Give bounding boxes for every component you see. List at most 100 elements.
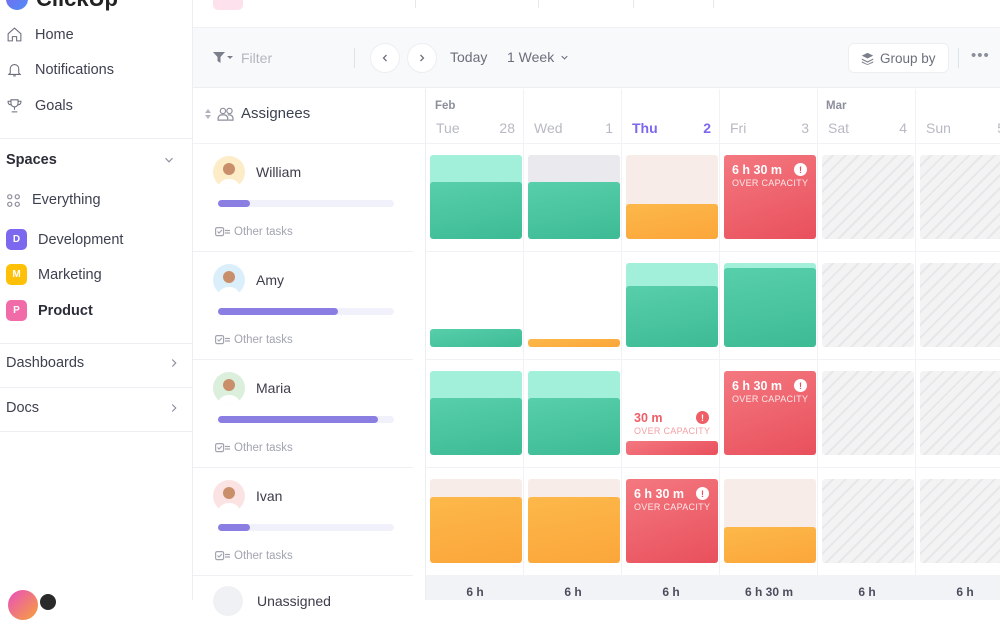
assignee-name: Amy — [256, 272, 284, 288]
assignees-header[interactable]: Assignees — [205, 105, 310, 122]
day-date: 1 — [605, 120, 613, 136]
workload-cell[interactable] — [528, 371, 620, 455]
workload-bar-fill — [218, 200, 250, 207]
day-date: 4 — [899, 120, 907, 136]
assignee-name: William — [256, 164, 302, 180]
clickup-logo-icon[interactable] — [6, 0, 28, 10]
filter-icon — [213, 52, 233, 63]
column-divider — [915, 89, 916, 600]
over-capacity-label: OVER CAPACITY — [732, 394, 809, 404]
over-capacity-cell[interactable]: 30 m OVER CAPACITY ! — [626, 371, 718, 455]
weekend-cell[interactable] — [822, 263, 914, 347]
workload-cell[interactable] — [430, 263, 522, 347]
sidebar-item-label: Notifications — [35, 61, 114, 78]
sidebar-item-goals[interactable]: Goals — [6, 97, 73, 114]
other-tasks-toggle[interactable]: Other tasks — [215, 442, 293, 454]
other-tasks-toggle[interactable]: Other tasks — [215, 550, 293, 562]
workload-bar-segment — [626, 203, 718, 239]
list-icon[interactable] — [213, 0, 243, 10]
workload-cell[interactable] — [724, 479, 816, 563]
weekend-cell[interactable] — [822, 479, 914, 563]
sidebar-item-notifications[interactable]: Notifications — [6, 61, 114, 78]
other-tasks-toggle[interactable]: Other tasks — [215, 334, 293, 346]
sidebar-item-docs[interactable]: Docs — [6, 400, 181, 416]
divider — [415, 0, 416, 8]
workload-cell[interactable] — [626, 155, 718, 239]
weekend-cell[interactable] — [822, 371, 914, 455]
chevron-left-icon — [382, 54, 387, 62]
assignee-row[interactable]: William Other tasks — [193, 144, 413, 252]
workload-cell[interactable] — [528, 155, 620, 239]
prev-week-button[interactable] — [370, 43, 400, 73]
user-avatar[interactable] — [38, 592, 58, 612]
space-marketing[interactable]: M Marketing — [6, 264, 102, 285]
next-week-button[interactable] — [407, 43, 437, 73]
divider — [0, 431, 192, 432]
workload-cell[interactable] — [430, 479, 522, 563]
weekend-cell[interactable] — [920, 155, 1000, 239]
space-badge: P — [6, 300, 27, 321]
today-button[interactable]: Today — [450, 49, 487, 65]
people-icon — [217, 107, 234, 121]
weekend-cell[interactable] — [920, 371, 1000, 455]
avatar — [213, 264, 245, 296]
group-by-button[interactable]: Group by — [848, 43, 949, 73]
assignee-name: Maria — [256, 380, 292, 396]
workload-bar-fill — [218, 524, 250, 531]
daily-total: 6 h — [466, 585, 484, 599]
row-divider — [426, 359, 1000, 360]
assignee-row[interactable]: Maria Other tasks — [193, 360, 413, 468]
other-tasks-label: Other tasks — [234, 334, 293, 346]
sidebar-item-home[interactable]: Home — [6, 26, 74, 43]
sidebar-item-dashboards[interactable]: Dashboards — [6, 355, 181, 371]
day-of-week: Tue — [436, 120, 460, 136]
sidebar: ClickUp Home Notifications Goals Spaces … — [0, 0, 193, 620]
grid-dots-icon — [7, 193, 20, 207]
workload-bar-segment — [430, 328, 522, 347]
day-date: 3 — [801, 120, 809, 136]
space-product[interactable]: P Product — [6, 300, 93, 321]
daily-total: 6 h — [564, 585, 582, 599]
warning-icon: ! — [794, 163, 807, 176]
chevron-right-icon — [171, 359, 177, 367]
day-date: 2 — [703, 120, 711, 136]
column-divider — [621, 89, 622, 600]
workload-cell[interactable] — [528, 479, 620, 563]
workload-cell[interactable] — [528, 263, 620, 347]
space-development[interactable]: D Development — [6, 229, 123, 250]
weekend-cell[interactable] — [822, 155, 914, 239]
day-header: Fri 3 — [720, 120, 818, 136]
assignee-row[interactable]: Amy Other tasks — [193, 252, 413, 360]
over-capacity-cell[interactable]: 6 h 30 m OVER CAPACITY ! — [724, 155, 816, 239]
chevron-down-icon[interactable] — [162, 153, 176, 167]
assignee-row[interactable]: Ivan Other tasks — [193, 468, 413, 576]
workload-bar — [218, 308, 394, 315]
workload-bar — [218, 416, 394, 423]
avatar — [213, 372, 245, 404]
day-of-week: Thu — [632, 120, 658, 136]
divider — [713, 0, 714, 8]
weekend-cell[interactable] — [920, 263, 1000, 347]
assignees-label: Assignees — [241, 105, 311, 122]
workload-grid: Feb Mar Tue 28 Wed 1 Thu 2 Fri 3 Sat 4 Sun5 6 h 30… — [426, 89, 1000, 600]
range-dropdown[interactable]: 1 Week — [507, 49, 570, 65]
weekend-cell[interactable] — [920, 479, 1000, 563]
divider — [958, 48, 959, 68]
unassigned-row[interactable]: Unassigned — [213, 586, 331, 616]
spaces-heading[interactable]: Spaces — [6, 152, 57, 168]
workload-cell[interactable] — [626, 263, 718, 347]
other-tasks-toggle[interactable]: Other tasks — [215, 226, 293, 238]
workload-cell[interactable] — [430, 371, 522, 455]
workspace-avatar[interactable] — [8, 590, 38, 620]
filter-button[interactable]: Filter — [213, 50, 272, 66]
checklist-icon — [215, 551, 230, 561]
over-capacity-cell[interactable]: 6 h 30 m OVER CAPACITY ! — [626, 479, 718, 563]
workload-bar-segment — [626, 285, 718, 347]
workload-cell[interactable] — [724, 263, 816, 347]
column-divider — [719, 89, 720, 600]
workload-cell[interactable] — [430, 155, 522, 239]
more-options-button[interactable]: ••• — [971, 47, 990, 64]
over-capacity-cell[interactable]: 6 h 30 m OVER CAPACITY ! — [724, 371, 816, 455]
workload-bar — [218, 524, 394, 531]
sidebar-item-everything[interactable]: Everything — [6, 192, 101, 208]
